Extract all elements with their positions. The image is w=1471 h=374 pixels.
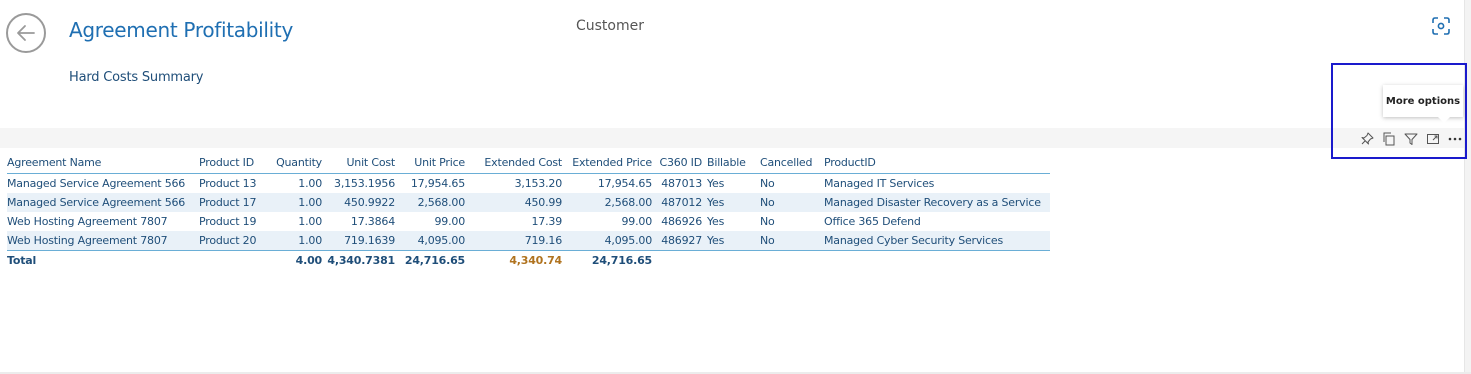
table-cell: 1.00 [298, 215, 322, 228]
column-header[interactable]: Extended Price [567, 152, 657, 174]
total-cell: 24,716.65 [400, 250, 470, 270]
more-options-tooltip: More options [1383, 85, 1463, 123]
total-cell [824, 250, 1050, 270]
customer-label: Customer [575, 18, 644, 34]
copy-icon [1383, 132, 1395, 146]
table-cell: 3,153.20 [514, 177, 563, 190]
table-cell: 1.00 [269, 231, 327, 251]
table-cell: 17,954.65 [597, 177, 652, 190]
table-cell: Web Hosting Agreement 7807 [7, 215, 168, 228]
table-cell: 3,153.1956 [334, 177, 395, 190]
table-cell: 486926 [661, 215, 702, 228]
table-row[interactable]: Managed Service Agreement 566 Product 13… [7, 174, 1050, 194]
total-cell-highlighted: 4,340.74 [470, 250, 567, 270]
table-cell: No [760, 177, 775, 190]
table-cell: 450.99 [470, 193, 567, 212]
table-cell: Web Hosting Agreement 7807 [7, 231, 199, 251]
table-cell: 17.3864 [350, 215, 395, 228]
total-cell: 24,716.65 [567, 250, 657, 270]
total-cell [760, 250, 824, 270]
table-cell: 17,954.65 [410, 177, 465, 190]
column-header[interactable]: Unit Price [400, 152, 470, 174]
table-cell: Yes [707, 215, 725, 228]
column-header[interactable]: Billable [707, 152, 760, 174]
table-cell: No [760, 193, 824, 212]
table-cell: 487012 [657, 193, 707, 212]
page-scrollbar[interactable] [1464, 0, 1471, 374]
table-cell: 487013 [661, 177, 702, 190]
table-cell: 17.39 [531, 215, 563, 228]
table-cell: Product 20 [199, 231, 269, 251]
table-cell: 99.00 [434, 215, 466, 228]
table-cell: Managed Cyber Security Services [824, 231, 1050, 251]
table-cell: 450.9922 [327, 193, 400, 212]
focus-mode-icon [1432, 17, 1450, 35]
table-cell: No [760, 231, 824, 251]
total-cell [707, 250, 760, 270]
table-cell: Product 17 [199, 193, 269, 212]
visual-header-band [0, 128, 1471, 148]
table-cell: 2,568.00 [400, 193, 470, 212]
table-cell: Managed Service Agreement 566 [7, 177, 186, 190]
column-header[interactable]: ProductID [824, 152, 1050, 174]
total-cell [199, 250, 269, 270]
table-cell: Yes [707, 177, 725, 190]
column-header[interactable]: Unit Cost [327, 152, 400, 174]
copy-visual-button[interactable] [1380, 131, 1398, 147]
pin-icon [1361, 132, 1374, 145]
focus-visual-button[interactable] [1424, 131, 1442, 147]
table-cell: 1.00 [298, 177, 322, 190]
focus-mode-button[interactable] [1428, 13, 1454, 39]
visual-header-toolbar [1358, 131, 1464, 147]
table-row[interactable]: Web Hosting Agreement 7807 Product 20 1.… [7, 231, 1050, 251]
page-subtitle: Hard Costs Summary [69, 70, 204, 85]
table-header-row: Agreement Name Product ID Quantity Unit … [7, 152, 1050, 174]
table-cell: Yes [707, 231, 760, 251]
more-options-button[interactable] [1446, 131, 1464, 147]
table-cell: 2,568.00 [567, 193, 657, 212]
total-row: Total 4.00 4,340.7381 24,716.65 4,340.74… [7, 250, 1050, 270]
table-cell: 4,095.00 [567, 231, 657, 251]
table-cell: 1.00 [269, 193, 327, 212]
table-cell: 4,095.00 [400, 231, 470, 251]
filter-icon [1404, 133, 1418, 145]
table-cell: Product 13 [199, 177, 257, 190]
table-row[interactable]: Managed Service Agreement 566 Product 17… [7, 193, 1050, 212]
table-cell: 99.00 [621, 215, 653, 228]
column-header[interactable]: Quantity [269, 152, 327, 174]
filter-visual-button[interactable] [1402, 131, 1420, 147]
table-cell: Yes [707, 193, 760, 212]
table-cell: 486927 [657, 231, 707, 251]
column-header[interactable]: Agreement Name [7, 152, 199, 174]
tooltip-text: More options [1385, 95, 1461, 107]
total-cell: 4,340.7381 [327, 250, 400, 270]
table-cell: 719.1639 [327, 231, 400, 251]
table-cell: Office 365 Defend [824, 215, 921, 228]
table-cell: Managed Disaster Recovery as a Service [824, 193, 1050, 212]
column-header[interactable]: Product ID [199, 152, 269, 174]
column-header[interactable]: C360 ID [657, 152, 707, 174]
column-header[interactable]: Extended Cost [470, 152, 567, 174]
total-label: Total [7, 250, 199, 270]
table-cell: No [760, 215, 775, 228]
total-cell [657, 250, 707, 270]
table-cell: 719.16 [470, 231, 567, 251]
total-cell: 4.00 [269, 250, 327, 270]
table-cell: Managed IT Services [824, 177, 935, 190]
column-header[interactable]: Cancelled [760, 152, 824, 174]
more-options-icon [1448, 137, 1462, 141]
table-row[interactable]: Web Hosting Agreement 7807 Product 19 1.… [7, 212, 1050, 231]
table-cell: Product 19 [199, 215, 257, 228]
pin-visual-button[interactable] [1358, 131, 1376, 147]
expand-icon [1427, 134, 1439, 144]
hard-costs-table: Agreement Name Product ID Quantity Unit … [7, 152, 1050, 270]
table-cell: Managed Service Agreement 566 [7, 193, 199, 212]
